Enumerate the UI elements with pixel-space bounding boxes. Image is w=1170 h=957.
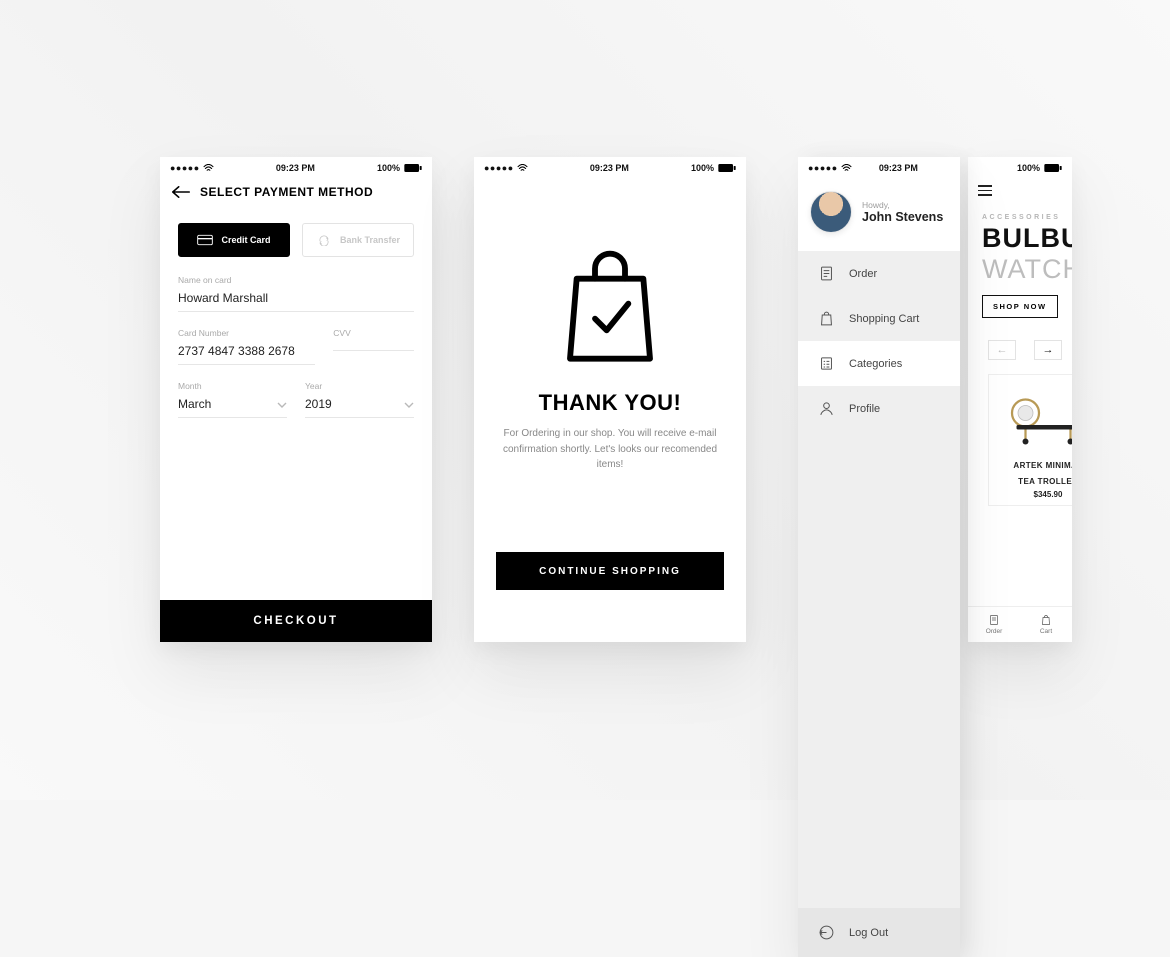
field-cardnum: Card Number 2737 4847 3388 2678 — [178, 328, 315, 365]
screen-drawer: ●●●●● 09:23 PM _ Howdy, John Stevens Ord… — [798, 157, 960, 957]
chevron-down-icon — [404, 402, 414, 408]
shop-now-button[interactable]: SHOP NOW — [982, 295, 1058, 318]
product-name-2: TEA TROLLEY — [995, 477, 1072, 487]
user-block: Howdy, John Stevens — [798, 177, 960, 251]
nav-label: Profile — [849, 403, 880, 415]
user-icon — [818, 400, 835, 417]
battery-icon — [718, 164, 736, 172]
status-time: 09:23 PM — [879, 163, 918, 173]
tabbar-label: Cart — [1040, 628, 1052, 635]
status-time: 09:23 PM — [590, 163, 629, 173]
field-month: Month March — [178, 381, 287, 418]
nav-categories[interactable]: Categories — [798, 341, 960, 386]
checkout-button[interactable]: CHECKOUT — [160, 600, 432, 642]
month-select[interactable]: March — [178, 397, 287, 418]
drawer-nav: Order Shopping Cart Categories Profile — [798, 251, 960, 431]
tabbar-order[interactable]: Order — [968, 607, 1020, 642]
signal-icon: ●●●●● — [170, 163, 214, 173]
payment-tabs: Credit Card Bank Transfer — [160, 223, 432, 257]
receipt-icon — [818, 265, 835, 282]
nav-order[interactable]: Order — [798, 251, 960, 296]
wifi-icon — [203, 164, 214, 172]
thankyou-body: For Ordering in our shop. You will recei… — [474, 426, 746, 473]
status-battery: 100% — [691, 163, 736, 173]
tab-bank-transfer[interactable]: Bank Transfer — [302, 223, 414, 257]
cardnum-input[interactable]: 2737 4847 3388 2678 — [178, 344, 315, 365]
bag-icon — [1040, 614, 1052, 626]
product-image — [995, 383, 1072, 455]
status-bar: 100% — [968, 157, 1072, 177]
label: Name on card — [178, 275, 414, 285]
screen-payment: ●●●●● 09:23 PM 100% SELECT PAYMENT METHO… — [160, 157, 432, 642]
status-bar: ●●●●● 09:23 PM 100% — [160, 157, 432, 177]
chevron-down-icon — [277, 402, 287, 408]
tab-bar: Order Cart — [968, 606, 1072, 642]
pager: ← → — [988, 340, 1072, 360]
payment-form: Name on card Howard Marshall Card Number… — [160, 257, 432, 434]
wifi-icon — [841, 164, 852, 172]
battery-icon — [1044, 164, 1062, 172]
nav-cart[interactable]: Shopping Cart — [798, 296, 960, 341]
signal-icon: ●●●●● — [484, 163, 528, 173]
tab-label: Credit Card — [221, 235, 270, 245]
field-name: Name on card Howard Marshall — [178, 275, 414, 312]
username: John Stevens — [862, 210, 943, 224]
status-battery: 100% — [1017, 163, 1040, 173]
screen-home-partial: 100% ACCESSORIES BULBUL WATCH SHOP NOW ←… — [968, 157, 1072, 642]
year-select[interactable]: 2019 — [305, 397, 414, 418]
drawer-spacer — [798, 431, 960, 908]
logout-label: Log Out — [849, 927, 888, 939]
battery-icon — [404, 164, 422, 172]
product-card[interactable]: ARTEK MINIMAL TEA TROLLEY $345.90 — [988, 374, 1072, 506]
shopping-bag-check-icon — [560, 247, 660, 367]
signal-icon: ●●●●● — [808, 163, 852, 173]
receipt-icon — [988, 614, 1000, 626]
bag-icon — [818, 310, 835, 327]
pager-next[interactable]: → — [1034, 340, 1062, 360]
header: SELECT PAYMENT METHOD — [160, 177, 432, 209]
pager-prev[interactable]: ← — [988, 340, 1016, 360]
cvv-input[interactable] — [333, 344, 414, 351]
avatar[interactable] — [810, 191, 852, 233]
label: Month — [178, 381, 287, 391]
label: Card Number — [178, 328, 315, 338]
tab-label: Bank Transfer — [340, 235, 400, 245]
wifi-icon — [517, 164, 528, 172]
list-icon — [818, 355, 835, 372]
product-name-1: ARTEK MINIMAL — [995, 461, 1072, 471]
nav-profile[interactable]: Profile — [798, 386, 960, 431]
nav-label: Categories — [849, 358, 902, 370]
logout-button[interactable]: Log Out — [798, 908, 960, 957]
screen-thankyou: ●●●●● 09:23 PM 100% THANK YOU! For Order… — [474, 157, 746, 642]
continue-shopping-button[interactable]: CONTINUE SHOPPING — [496, 552, 724, 590]
nav-label: Shopping Cart — [849, 313, 919, 325]
hero-line1: BULBUL — [982, 223, 1072, 254]
field-year: Year 2019 — [305, 381, 414, 418]
nav-label: Order — [849, 268, 877, 280]
label: CVV — [333, 328, 414, 338]
status-bar: ●●●●● 09:23 PM _ — [798, 157, 960, 177]
back-icon[interactable] — [172, 185, 190, 199]
logout-icon — [818, 924, 835, 941]
menu-icon[interactable] — [978, 185, 992, 196]
transfer-icon — [316, 234, 332, 246]
credit-card-icon — [197, 234, 213, 246]
thankyou-heading: THANK YOU! — [474, 390, 746, 416]
page-title: SELECT PAYMENT METHOD — [200, 185, 373, 199]
status-battery: 100% — [377, 163, 422, 173]
hero-line2: WATCH — [982, 254, 1072, 285]
tab-credit-card[interactable]: Credit Card — [178, 223, 290, 257]
label: Year — [305, 381, 414, 391]
tabbar-label: Order — [986, 628, 1003, 635]
greeting: Howdy, — [862, 200, 943, 210]
name-input[interactable]: Howard Marshall — [178, 291, 414, 312]
tabbar-cart[interactable]: Cart — [1020, 607, 1072, 642]
status-bar: ●●●●● 09:23 PM 100% — [474, 157, 746, 177]
hero-kicker: ACCESSORIES — [982, 214, 1072, 221]
field-cvv: CVV — [333, 328, 414, 365]
status-time: 09:23 PM — [276, 163, 315, 173]
product-price: $345.90 — [995, 490, 1072, 499]
